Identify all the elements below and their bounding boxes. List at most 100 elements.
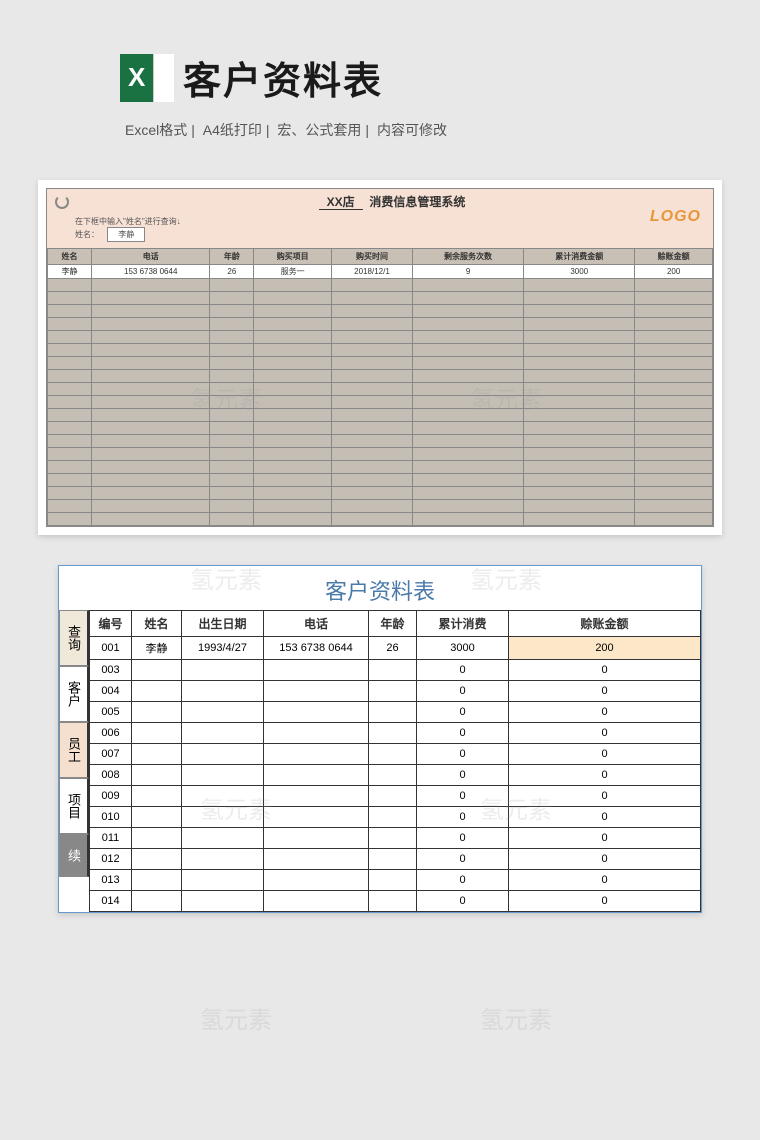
cell[interactable] bbox=[182, 744, 264, 765]
cell[interactable] bbox=[182, 702, 264, 723]
side-tab[interactable]: 查询 bbox=[59, 610, 89, 666]
cell[interactable] bbox=[182, 807, 264, 828]
cell[interactable] bbox=[635, 279, 713, 292]
cell[interactable]: 0 bbox=[509, 891, 701, 912]
cell[interactable] bbox=[635, 383, 713, 396]
cell[interactable] bbox=[412, 383, 523, 396]
cell[interactable] bbox=[48, 318, 92, 331]
cell[interactable]: 012 bbox=[90, 849, 132, 870]
cell[interactable] bbox=[48, 344, 92, 357]
cell[interactable] bbox=[92, 305, 210, 318]
cell[interactable] bbox=[524, 305, 635, 318]
cell[interactable]: 009 bbox=[90, 786, 132, 807]
cell[interactable] bbox=[48, 357, 92, 370]
cell[interactable] bbox=[524, 292, 635, 305]
cell[interactable] bbox=[635, 435, 713, 448]
cell[interactable] bbox=[332, 331, 413, 344]
cell[interactable] bbox=[332, 279, 413, 292]
cell[interactable] bbox=[132, 723, 182, 744]
cell[interactable] bbox=[210, 435, 254, 448]
cell[interactable] bbox=[210, 383, 254, 396]
cell[interactable] bbox=[254, 292, 332, 305]
cell[interactable] bbox=[412, 435, 523, 448]
cell[interactable]: 0 bbox=[509, 849, 701, 870]
cell[interactable] bbox=[182, 723, 264, 744]
cell[interactable] bbox=[254, 305, 332, 318]
cell[interactable] bbox=[92, 357, 210, 370]
cell[interactable] bbox=[412, 279, 523, 292]
cell[interactable]: 0 bbox=[417, 765, 509, 786]
cell[interactable] bbox=[412, 370, 523, 383]
cell[interactable] bbox=[48, 383, 92, 396]
cell[interactable] bbox=[254, 461, 332, 474]
cell[interactable] bbox=[369, 828, 417, 849]
cell[interactable] bbox=[412, 396, 523, 409]
cell[interactable]: 0 bbox=[509, 702, 701, 723]
cell[interactable] bbox=[264, 828, 369, 849]
cell[interactable] bbox=[332, 461, 413, 474]
cell[interactable] bbox=[132, 870, 182, 891]
cell[interactable] bbox=[132, 765, 182, 786]
cell[interactable] bbox=[635, 474, 713, 487]
cell[interactable] bbox=[264, 891, 369, 912]
cell[interactable]: 0 bbox=[509, 786, 701, 807]
cell[interactable] bbox=[254, 344, 332, 357]
cell[interactable] bbox=[369, 744, 417, 765]
cell[interactable] bbox=[92, 279, 210, 292]
cell[interactable] bbox=[635, 370, 713, 383]
cell[interactable] bbox=[254, 448, 332, 461]
cell[interactable] bbox=[635, 331, 713, 344]
cell[interactable]: 008 bbox=[90, 765, 132, 786]
cell[interactable] bbox=[412, 513, 523, 526]
refresh-icon[interactable] bbox=[55, 195, 69, 209]
cell[interactable] bbox=[412, 422, 523, 435]
cell[interactable] bbox=[48, 409, 92, 422]
cell[interactable]: 0 bbox=[417, 723, 509, 744]
cell[interactable] bbox=[264, 702, 369, 723]
cell[interactable] bbox=[92, 422, 210, 435]
cell[interactable] bbox=[412, 474, 523, 487]
cell[interactable]: 0 bbox=[509, 765, 701, 786]
cell[interactable] bbox=[369, 765, 417, 786]
cell[interactable] bbox=[332, 344, 413, 357]
cell[interactable] bbox=[635, 448, 713, 461]
cell[interactable] bbox=[332, 292, 413, 305]
cell[interactable] bbox=[48, 292, 92, 305]
cell[interactable] bbox=[254, 500, 332, 513]
cell[interactable] bbox=[332, 396, 413, 409]
cell[interactable] bbox=[369, 807, 417, 828]
cell[interactable] bbox=[48, 487, 92, 500]
cell[interactable] bbox=[48, 474, 92, 487]
cell[interactable] bbox=[264, 723, 369, 744]
cell[interactable] bbox=[210, 409, 254, 422]
cell[interactable]: 1993/4/27 bbox=[182, 637, 264, 660]
cell[interactable] bbox=[254, 370, 332, 383]
cell[interactable] bbox=[92, 318, 210, 331]
cell[interactable]: 0 bbox=[509, 744, 701, 765]
cell[interactable] bbox=[132, 828, 182, 849]
cell[interactable]: 011 bbox=[90, 828, 132, 849]
cell[interactable] bbox=[254, 318, 332, 331]
cell[interactable] bbox=[332, 435, 413, 448]
cell[interactable] bbox=[635, 500, 713, 513]
cell[interactable] bbox=[210, 461, 254, 474]
cell[interactable]: 007 bbox=[90, 744, 132, 765]
cell[interactable] bbox=[635, 422, 713, 435]
cell[interactable] bbox=[332, 474, 413, 487]
cell[interactable] bbox=[412, 357, 523, 370]
cell[interactable]: 013 bbox=[90, 870, 132, 891]
cell[interactable] bbox=[210, 318, 254, 331]
cell[interactable]: 200 bbox=[635, 265, 713, 279]
cell[interactable]: 0 bbox=[417, 702, 509, 723]
cell[interactable] bbox=[524, 513, 635, 526]
cell[interactable] bbox=[210, 305, 254, 318]
cell[interactable] bbox=[635, 409, 713, 422]
cell[interactable] bbox=[264, 786, 369, 807]
cell[interactable] bbox=[524, 370, 635, 383]
cell[interactable] bbox=[182, 660, 264, 681]
cell[interactable] bbox=[254, 331, 332, 344]
cell[interactable] bbox=[332, 500, 413, 513]
cell[interactable] bbox=[92, 513, 210, 526]
cell[interactable] bbox=[332, 383, 413, 396]
cell[interactable] bbox=[524, 396, 635, 409]
